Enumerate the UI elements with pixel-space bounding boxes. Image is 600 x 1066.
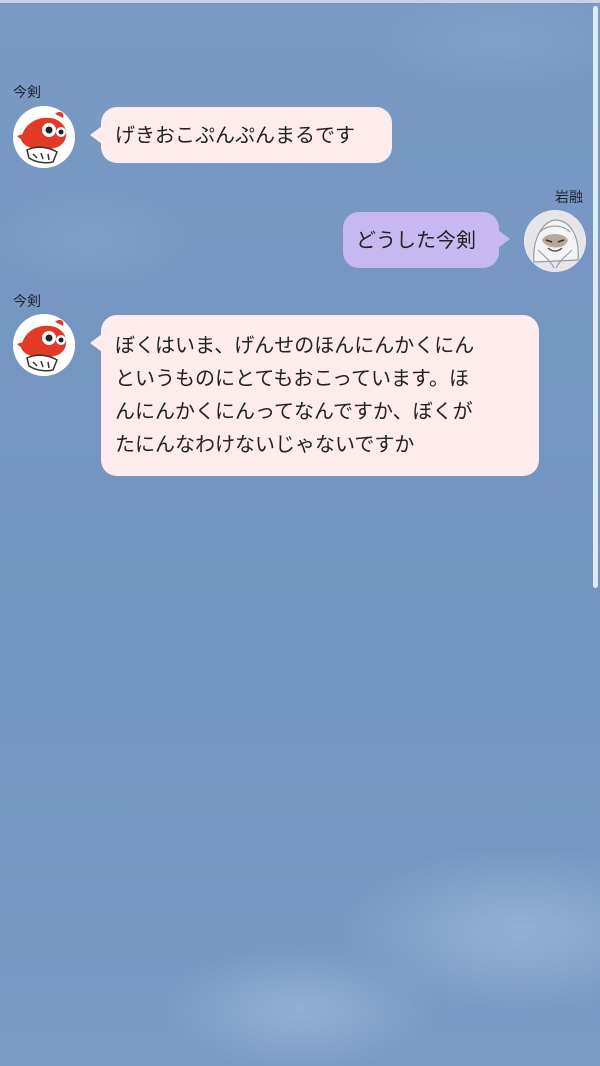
message-text-line: んにんかくにんってなんですか、ぼくが bbox=[115, 399, 473, 423]
message-bubble[interactable]: ぼくはいま、げんせのほんにんかくにん というものにとてもおこっています。ほ んに… bbox=[101, 315, 539, 476]
message-text: どうした今剣 bbox=[356, 228, 476, 252]
top-divider bbox=[0, 0, 600, 3]
sender-name: 今剣 bbox=[13, 294, 41, 310]
message-text-line: たにんなわけないじゃないですか bbox=[115, 432, 415, 456]
tengu-avatar-icon[interactable] bbox=[13, 314, 75, 376]
message-text: げきおこぷんぷんまるです bbox=[115, 123, 355, 147]
message-bubble[interactable]: げきおこぷんぷんまるです bbox=[101, 107, 392, 163]
message-text-line: ぼくはいま、げんせのほんにんかくにん bbox=[115, 333, 475, 357]
message-bubble[interactable]: どうした今剣 bbox=[343, 212, 499, 268]
message-text-line: というものにとてもおこっています。ほ bbox=[115, 366, 469, 390]
sender-name: 今剣 bbox=[13, 85, 41, 101]
sender-name: 岩融 bbox=[555, 190, 583, 206]
monk-avatar-icon[interactable] bbox=[524, 210, 586, 272]
scrollbar[interactable] bbox=[593, 6, 598, 588]
tengu-avatar-icon[interactable] bbox=[13, 106, 75, 168]
bubble-tail bbox=[498, 230, 510, 248]
